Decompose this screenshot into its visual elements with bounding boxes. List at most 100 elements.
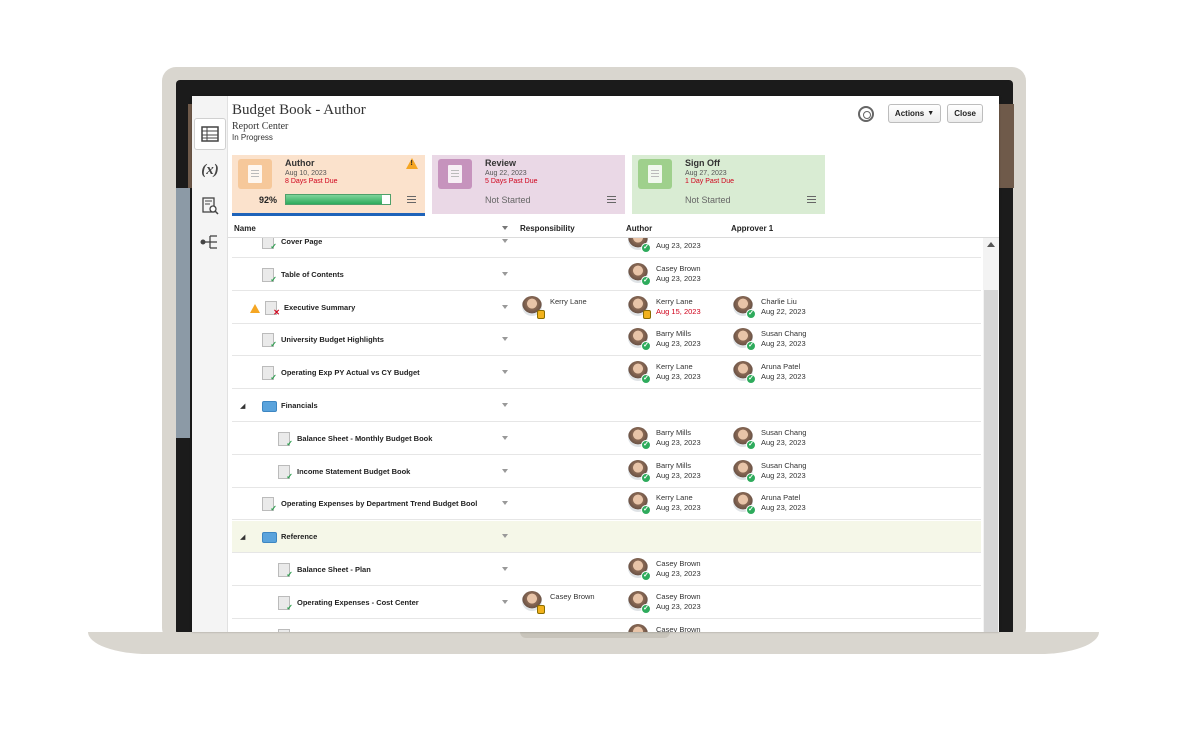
table-row[interactable]: ✓ University Budget Highlights ✓ Barry Mill… (232, 324, 981, 357)
person-name: Aruna Patel (761, 493, 801, 503)
person-date: Aug 15, 2023 (656, 306, 701, 316)
avatar (522, 590, 545, 614)
person-date: Aug 23, 2023 (761, 470, 806, 480)
person-date: Aug 23, 2023 (656, 339, 701, 349)
column-header-name[interactable]: Name (234, 224, 256, 233)
row-name[interactable]: Executive Summary (284, 303, 355, 312)
lock-icon (537, 604, 545, 614)
row-name[interactable]: Financials (281, 401, 318, 410)
row-name[interactable]: Reference (281, 532, 317, 541)
help-icon[interactable] (857, 105, 874, 122)
hierarchy-icon[interactable] (196, 228, 224, 256)
row-menu-icon[interactable] (502, 271, 508, 276)
table-view-icon[interactable] (194, 118, 226, 150)
actions-button-label: Actions (894, 109, 925, 118)
table-row[interactable]: ✓ Table of Contents ✓ Casey Brown Aug 23, 20… (232, 259, 981, 291)
avatar: ✓ (628, 262, 651, 286)
person-date: Aug 23, 2023 (656, 503, 701, 513)
row-name[interactable]: University Budget Highlights (281, 335, 384, 344)
column-header-approver[interactable]: Approver 1 (731, 224, 773, 233)
table-row[interactable]: ✓ Operating Exp PY Actual vs CY Budget ✓ Ke… (232, 357, 981, 390)
avatar: ✓ (628, 361, 651, 385)
row-menu-icon[interactable] (502, 501, 508, 506)
row-menu-icon[interactable] (502, 567, 508, 571)
folder-row[interactable]: ◢ Financials (232, 390, 981, 422)
row-menu-icon[interactable] (502, 239, 508, 243)
stage-date: Aug 27, 2023 (685, 170, 727, 177)
row-menu-icon[interactable] (502, 370, 508, 375)
list-icon[interactable] (407, 196, 416, 203)
row-menu-icon[interactable] (502, 468, 508, 473)
row-name[interactable]: Income Statement Budget Book (297, 467, 410, 476)
person-name: Susan Chang (761, 427, 807, 437)
stage-review[interactable]: Review Aug 22, 2023 5 Days Past Due Not Sta… (432, 155, 625, 214)
avatar: ✓ (733, 426, 756, 450)
collapse-icon[interactable]: ◢ (240, 402, 245, 410)
table-row[interactable]: ✓ Operating Expenses - Cost Center Casey B… (232, 587, 981, 619)
table-row[interactable]: ✓ Operating Expenses by Department Trend … (232, 488, 981, 521)
person-name: Kerry Lane (550, 296, 587, 306)
close-button[interactable]: Close (947, 104, 983, 123)
grid-rows: ✓ Cover Page ✓ Aug 23, 2023 ✓ Table of Conten… (232, 238, 981, 632)
scroll-up-icon[interactable] (987, 242, 995, 247)
stage-sign-off[interactable]: Sign Off Aug 27, 2023 1 Day Past Due Not St… (632, 155, 825, 214)
stage-due: 1 Day Past Due (685, 178, 735, 185)
row-menu-icon[interactable] (502, 403, 508, 407)
table-row[interactable]: ✓ ✓ Casey Brown (232, 620, 981, 632)
progress-fill (286, 195, 382, 204)
stage-progress-bar (285, 194, 391, 205)
row-menu-icon[interactable] (502, 435, 508, 440)
person-date: Aug 23, 2023 (761, 503, 806, 513)
folder-row[interactable]: ◢ Reference (232, 521, 981, 554)
row-name[interactable]: Cover Page (281, 238, 322, 246)
check-icon: ✓ (641, 341, 651, 352)
list-icon[interactable] (607, 196, 616, 203)
avatar: ✓ (628, 590, 651, 614)
scrollbar-thumb[interactable] (984, 290, 998, 632)
page-subtitle: Report Center (232, 121, 289, 132)
stage-state: Not Started (685, 195, 731, 205)
stage-date: Aug 10, 2023 (285, 170, 327, 177)
sort-icon[interactable] (502, 226, 508, 230)
document-search-icon[interactable] (196, 192, 224, 220)
row-menu-icon[interactable] (502, 304, 508, 309)
table-row[interactable]: ✓ Balance Sheet - Monthly Budget Book ✓ Bar… (232, 423, 981, 455)
stage-name: Author (285, 158, 315, 168)
row-name[interactable]: Balance Sheet - Monthly Budget Book (297, 434, 432, 443)
row-menu-icon[interactable] (502, 599, 508, 604)
check-icon: ✓ (641, 275, 651, 286)
stage-due: 8 Days Past Due (285, 178, 338, 185)
list-icon[interactable] (807, 196, 816, 203)
avatar: ✓ (628, 492, 651, 516)
person-date: Aug 23, 2023 (656, 241, 701, 250)
row-menu-icon[interactable] (502, 534, 508, 539)
table-row[interactable]: ✓ Balance Sheet - Plan ✓ Casey Brown Aug 23,… (232, 554, 981, 586)
column-header-author[interactable]: Author (626, 224, 652, 233)
table-row[interactable]: ✕ Executive Summary Kerry Lane Kerry Lane Au… (232, 292, 981, 324)
row-name[interactable]: Balance Sheet - Plan (297, 565, 371, 574)
stage-date: Aug 22, 2023 (485, 170, 527, 177)
vertical-scrollbar[interactable] (983, 238, 999, 632)
table-row[interactable]: ✓ Income Statement Budget Book ✓ Barry Mill… (232, 456, 981, 488)
laptop-base-notch (520, 632, 670, 638)
person-date: Aug 23, 2023 (761, 437, 806, 447)
person-date: Aug 23, 2023 (761, 339, 806, 349)
row-name[interactable]: Table of Contents (281, 270, 344, 279)
collapse-icon[interactable]: ◢ (240, 533, 245, 541)
person-date: Aug 23, 2023 (656, 470, 701, 480)
person-name: Casey Brown (656, 559, 701, 568)
actions-button[interactable]: Actions ▼ (887, 104, 942, 123)
row-menu-icon[interactable] (502, 337, 508, 342)
row-name[interactable]: Operating Expenses by Department Trend B… (281, 499, 477, 508)
table-row[interactable]: ✓ Cover Page ✓ Aug 23, 2023 (232, 238, 981, 258)
avatar: ✓ (628, 238, 651, 253)
avatar: ✓ (628, 623, 648, 632)
column-header-responsibility[interactable]: Responsibility (520, 224, 575, 233)
folder-icon (262, 532, 277, 544)
row-name[interactable]: Operating Exp PY Actual vs CY Budget (281, 368, 420, 377)
chevron-down-icon: ▼ (927, 110, 935, 117)
person-name: Kerry Lane (656, 493, 693, 503)
stage-author[interactable]: Author Aug 10, 20238 Days Past Due 92% (232, 155, 425, 216)
row-name[interactable]: Operating Expenses - Cost Center (297, 598, 419, 607)
variables-icon[interactable]: (x) (196, 156, 224, 184)
